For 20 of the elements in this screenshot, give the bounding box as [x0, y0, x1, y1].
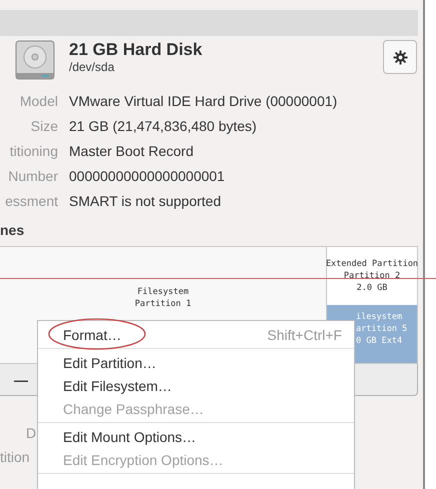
settings-button[interactable]: [383, 40, 417, 74]
extended-partition-block[interactable]: Extended Partition Partition 2 2.0 GB: [327, 247, 417, 305]
property-label: titioning: [8, 142, 58, 161]
section-heading: nes: [0, 221, 26, 240]
property-value: SMART is not supported: [69, 192, 222, 211]
property-value: 00000000000000000001: [69, 167, 226, 186]
device-path: /dev/sda: [69, 60, 116, 75]
remove-partition-button[interactable]: —: [10, 372, 32, 388]
property-value: Master Boot Record: [69, 142, 194, 161]
property-label: tition: [0, 448, 30, 467]
property-label: Number: [7, 167, 58, 186]
menu-item[interactable]: Edit Mount Options…: [38, 425, 354, 448]
property-label: Size: [30, 117, 58, 136]
menu-item[interactable]: Edit Filesystem…: [38, 374, 354, 397]
property-value: 21 GB (21,474,836,480 bytes): [69, 117, 258, 136]
disk-title: 21 GB Hard Disk: [69, 40, 202, 60]
property-label: D: [26, 424, 36, 443]
property-label: essment: [4, 192, 58, 211]
property-value: VMware Virtual IDE Hard Drive (00000001): [69, 92, 338, 111]
property-label: Model: [18, 92, 58, 111]
